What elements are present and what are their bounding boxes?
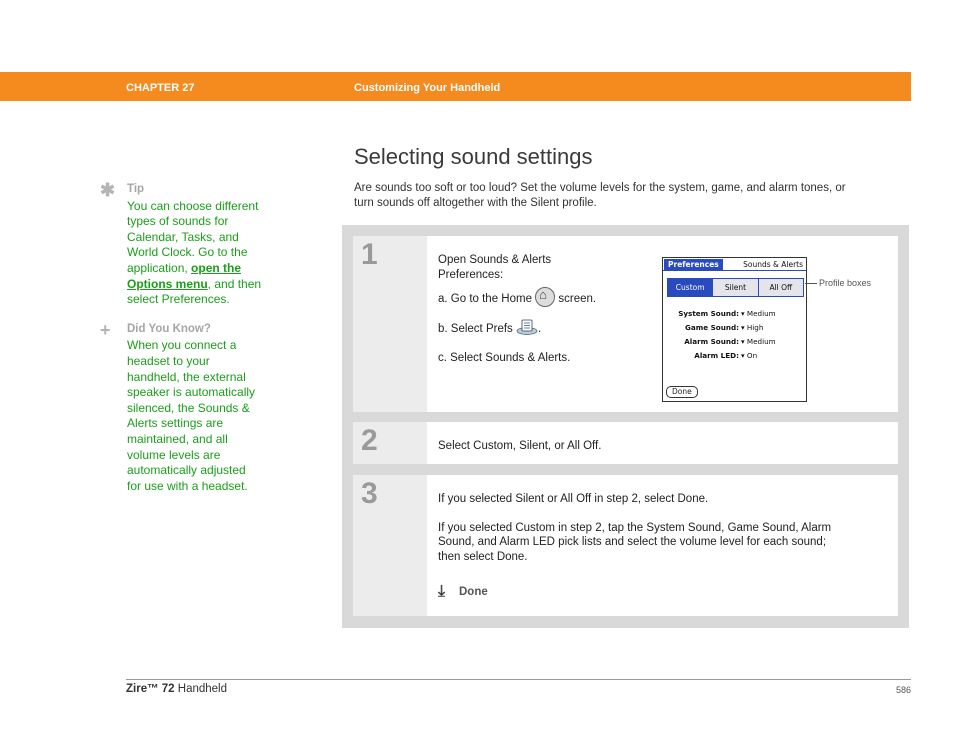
row-value-text: On: [746, 351, 758, 360]
profile-boxes-callout: Profile boxes: [819, 278, 872, 288]
dyk-line: speaker is automatically: [127, 385, 256, 400]
intro-text: Are sounds too soft or too loud? Set the…: [354, 181, 914, 210]
footer-product-name: Zire™ 72: [126, 683, 175, 695]
tip-line: Calendar, Tasks, and: [127, 229, 239, 244]
step-2: 2 Select Custom, Silent, or All Off.: [353, 422, 898, 464]
dyk-line: for use with a headset.: [127, 478, 248, 493]
open-the-link[interactable]: open the: [191, 261, 241, 275]
plus-icon: +: [100, 319, 111, 340]
step-number: 3: [361, 477, 378, 510]
step-text: then select Done.: [438, 550, 528, 563]
row-label: Alarm Sound:: [684, 337, 739, 346]
did-you-know-heading-row: + Did You Know?: [100, 319, 280, 340]
down-arrow-icon: ⤓: [438, 583, 446, 600]
row-value: ▾ High: [741, 323, 764, 332]
step-text: screen.: [558, 293, 597, 306]
dyk-line: When you connect a: [127, 338, 237, 353]
callout-leader-line: [805, 283, 817, 284]
row-label: System Sound:: [678, 309, 739, 318]
dyk-line: silenced, the Sounds &: [127, 400, 250, 415]
palm-done-button[interactable]: Done: [666, 386, 698, 398]
row-value-text: High: [746, 323, 764, 332]
palm-title-bar: Preferences Sounds & Alerts: [663, 258, 806, 271]
step-text: a. Go to the Home: [438, 293, 532, 306]
step-text: Open Sounds & Alerts: [438, 254, 552, 266]
dyk-line: maintained, and all: [127, 431, 228, 446]
row-label: Game Sound:: [685, 323, 739, 332]
row-value-text: Medium: [746, 309, 776, 318]
step-text: If you selected Custom in step 2, tap th…: [438, 521, 832, 534]
row-value-text: Medium: [746, 337, 776, 346]
palm-app-title: Preferences: [664, 259, 723, 270]
step-number-column: 3: [353, 475, 427, 616]
chapter-label: CHAPTER 27: [126, 82, 195, 94]
step-text: If you selected Silent or All Off in ste…: [438, 493, 709, 505]
step-number: 2: [361, 424, 378, 457]
asterisk-icon: ✱: [100, 179, 116, 200]
row-value: ▾ Medium: [741, 337, 776, 346]
options-menu-link[interactable]: Options menu: [127, 277, 208, 291]
palm-screenshot: Preferences Sounds & Alerts Custom Silen…: [662, 257, 807, 402]
tip-line: types of sounds for: [127, 214, 229, 229]
row-value: ▾ Medium: [741, 309, 776, 318]
dyk-line: automatically adjusted: [127, 463, 246, 478]
sidebar: ✱ Tip You can choose different types of …: [100, 179, 280, 494]
page-title: Selecting sound settings: [354, 144, 593, 169]
row-label: Alarm LED:: [694, 351, 739, 360]
profile-silent-button[interactable]: Silent: [712, 279, 758, 296]
step-text: Preferences:: [438, 268, 504, 281]
footer-product: Zire™ 72 Handheld: [126, 683, 227, 695]
dyk-line: headset to your: [127, 353, 210, 368]
step-number-column: 1: [353, 236, 427, 412]
page-number: 586: [895, 685, 911, 695]
tip-line: application, open the: [127, 261, 280, 277]
intro-line: Are sounds too soft or too loud? Set the…: [354, 182, 846, 194]
step-text: Sound, and Alarm LED pick lists and sele…: [438, 536, 827, 548]
step-substep-b: b. Select Prefs .: [438, 319, 596, 337]
tip-line: You can choose different: [127, 198, 259, 213]
profile-alloff-button[interactable]: All Off: [757, 279, 803, 296]
dyk-line: volume levels are: [127, 447, 221, 462]
step-text: b. Select Prefs: [438, 323, 513, 336]
profile-boxes: Custom Silent All Off: [667, 278, 804, 297]
dyk-line: handheld, the external: [127, 369, 246, 384]
step-text: .: [538, 323, 542, 336]
footer-product-rest: Handheld: [174, 683, 228, 695]
chapter-title: Customizing Your Handheld: [354, 82, 501, 94]
prefs-icon: [516, 319, 538, 335]
done-marker: ⤓ Done: [438, 584, 488, 600]
step-1-body: Open Sounds & Alerts Preferences: a. Go …: [438, 253, 596, 366]
tip-heading: Tip: [127, 183, 145, 195]
profile-custom-button[interactable]: Custom: [668, 279, 713, 296]
step-substep-a: a. Go to the Home screen.: [438, 287, 597, 309]
dyk-line: Alerts settings are: [127, 416, 224, 431]
step-3-body: If you selected Silent or All Off in ste…: [438, 492, 831, 564]
footer-rule: [126, 679, 911, 680]
tip-text: application,: [127, 260, 192, 275]
step-number-column: 2: [353, 422, 427, 464]
tip-line: select Preferences.: [127, 292, 230, 307]
intro-line: turn sounds off altogether with the Sile…: [354, 196, 597, 209]
palm-category-picker[interactable]: Sounds & Alerts: [743, 259, 803, 270]
tip-heading-row: ✱ Tip: [100, 179, 280, 200]
tip-line: Options menu, and then: [127, 277, 280, 293]
done-label: Done: [459, 586, 488, 598]
step-number: 1: [361, 238, 378, 271]
step-2-text: Select Custom, Silent, or All Off.: [438, 440, 602, 452]
step-3: 3 If you selected Silent or All Off in s…: [353, 475, 898, 616]
tip-text: , and then: [207, 276, 262, 291]
home-icon: [535, 287, 556, 307]
row-value: ▾ On: [741, 351, 758, 360]
did-you-know-heading: Did You Know?: [127, 322, 211, 335]
tip-body: You can choose different types of sounds…: [127, 199, 280, 308]
step-substep-c: c. Select Sounds & Alerts.: [438, 352, 571, 364]
step-1: 1 Open Sounds & Alerts Preferences: a. G…: [353, 236, 898, 412]
did-you-know-body: When you connect a headset to your handh…: [127, 338, 280, 494]
tip-line: World Clock. Go to the: [127, 245, 248, 260]
